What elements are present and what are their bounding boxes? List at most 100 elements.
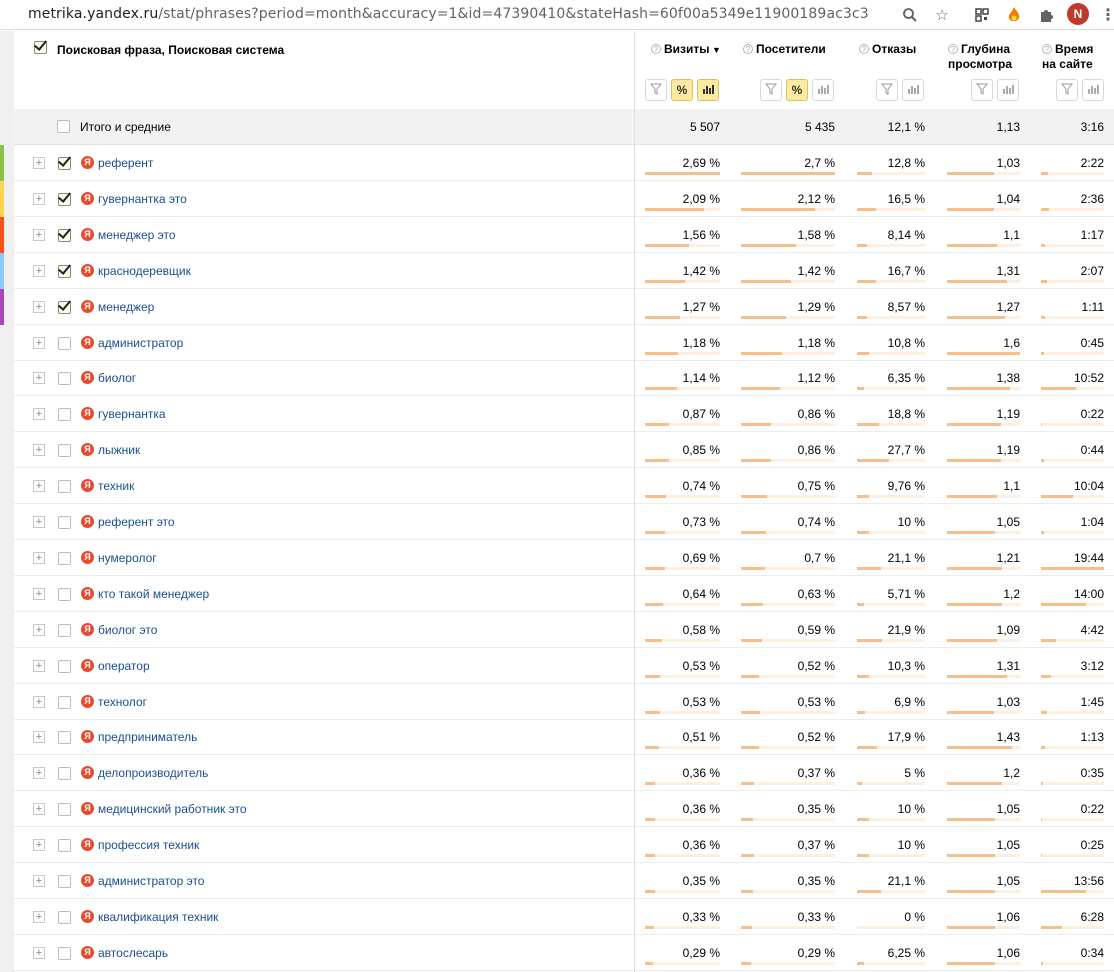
search-phrase-link[interactable]: нумеролог	[98, 551, 157, 565]
expand-row-button[interactable]: +	[33, 265, 45, 277]
table-row[interactable]: + Яавтослесарь 0,29 % 0,29 % 6,25 % 1,06 0:34	[14, 935, 1114, 971]
search-phrase-link[interactable]: администратор	[98, 336, 183, 350]
expand-row-button[interactable]: +	[33, 408, 45, 420]
expand-row-button[interactable]: +	[33, 839, 45, 851]
search-phrase-link[interactable]: биолог это	[98, 623, 157, 637]
table-row[interactable]: + Ямедицинский работник это 0,36 % 0,35 % 10…	[14, 791, 1114, 827]
expand-row-button[interactable]: +	[33, 660, 45, 672]
table-row[interactable]: + Яадминистратор это 0,35 % 0,35 % 21,1 % 1,0…	[14, 863, 1114, 899]
row-checkbox[interactable]	[58, 552, 71, 565]
row-checkbox[interactable]	[58, 157, 71, 170]
expand-row-button[interactable]: +	[33, 229, 45, 241]
row-checkbox[interactable]	[58, 839, 71, 852]
select-all-checkbox[interactable]	[34, 41, 47, 54]
table-row[interactable]: + Ягувернантка это 2,09 % 2,12 % 16,5 % 1,04 2…	[0, 181, 1114, 217]
table-row[interactable]: + Ятехник 0,74 % 0,75 % 9,76 % 1,1 10:04	[14, 468, 1114, 504]
search-phrase-link[interactable]: делопроизводитель	[98, 766, 208, 780]
table-row[interactable]: + Япредприниматель 0,51 % 0,52 % 17,9 % 1,43 1…	[14, 719, 1114, 755]
expand-row-button[interactable]: +	[33, 731, 45, 743]
row-checkbox[interactable]	[58, 767, 71, 780]
expand-row-button[interactable]: +	[33, 516, 45, 528]
expand-row-button[interactable]: +	[33, 372, 45, 384]
search-phrase-link[interactable]: медицинский работник это	[98, 802, 247, 816]
percent-toggle-button[interactable]: %	[671, 79, 693, 101]
table-row[interactable]: + Яоператор 0,53 % 0,52 % 10,3 % 1,31 3:12	[14, 648, 1114, 684]
help-icon[interactable]: ?	[948, 44, 958, 54]
help-icon[interactable]: ?	[743, 44, 753, 54]
row-checkbox[interactable]	[58, 731, 71, 744]
expand-row-button[interactable]: +	[33, 157, 45, 169]
search-phrase-link[interactable]: предприниматель	[98, 730, 197, 744]
search-phrase-link[interactable]: квалификация техник	[98, 910, 218, 924]
search-phrase-link[interactable]: гувернантка это	[98, 192, 187, 206]
search-phrase-link[interactable]: менеджер	[98, 300, 154, 314]
browser-menu-icon[interactable]: ⋮	[1100, 5, 1114, 25]
zoom-icon[interactable]	[900, 5, 920, 25]
filter-button[interactable]	[971, 79, 993, 101]
table-row[interactable]: + Якраснодеревщик 1,42 % 1,42 % 16,7 % 1,31 2:…	[0, 253, 1114, 289]
table-row[interactable]: + Ябиолог это 0,58 % 0,59 % 21,9 % 1,09 4:42	[14, 612, 1114, 648]
totals-checkbox[interactable]	[57, 120, 70, 133]
search-phrase-link[interactable]: техник	[98, 479, 134, 493]
expand-row-button[interactable]: +	[33, 588, 45, 600]
qr-extension-icon[interactable]	[972, 5, 992, 25]
search-phrase-link[interactable]: менеджер это	[98, 228, 176, 242]
fire-extension-icon[interactable]	[1004, 5, 1024, 25]
table-row[interactable]: + Япрофессия техник 0,36 % 0,37 % 10 % 1,05 0:…	[14, 827, 1114, 863]
table-row[interactable]: + Яменеджер это 1,56 % 1,58 % 8,14 % 1,1 1:17	[0, 217, 1114, 253]
table-row[interactable]: + Якто такой менеджер 0,64 % 0,63 % 5,71 % 1,…	[14, 576, 1114, 612]
row-checkbox[interactable]	[58, 301, 71, 314]
row-checkbox[interactable]	[58, 911, 71, 924]
row-checkbox[interactable]	[58, 803, 71, 816]
row-checkbox[interactable]	[58, 588, 71, 601]
row-checkbox[interactable]	[58, 265, 71, 278]
search-phrase-link[interactable]: технолог	[98, 695, 147, 709]
table-row[interactable]: + Янумеролог 0,69 % 0,7 % 21,1 % 1,21 19:44	[14, 540, 1114, 576]
row-checkbox[interactable]	[58, 624, 71, 637]
expand-row-button[interactable]: +	[33, 624, 45, 636]
search-phrase-link[interactable]: краснодеревщик	[98, 264, 191, 278]
chart-toggle-button[interactable]	[812, 79, 834, 101]
expand-row-button[interactable]: +	[33, 337, 45, 349]
expand-row-button[interactable]: +	[33, 193, 45, 205]
search-phrase-link[interactable]: администратор это	[98, 874, 204, 888]
expand-row-button[interactable]: +	[33, 947, 45, 959]
expand-row-button[interactable]: +	[33, 803, 45, 815]
chart-toggle-button[interactable]	[902, 79, 924, 101]
filter-button[interactable]	[645, 79, 667, 101]
search-phrase-link[interactable]: биолог	[98, 371, 136, 385]
expand-row-button[interactable]: +	[33, 552, 45, 564]
table-row[interactable]: + Яадминистратор 1,18 % 1,18 % 10,8 % 1,6 0:45	[14, 325, 1114, 361]
url-field[interactable]: metrika.yandex.ru/stat/phrases?period=mo…	[28, 6, 869, 22]
expand-row-button[interactable]: +	[33, 301, 45, 313]
table-row[interactable]: + Ятехнолог 0,53 % 0,53 % 6,9 % 1,03 1:45	[14, 684, 1114, 720]
percent-toggle-button[interactable]: %	[786, 79, 808, 101]
chart-toggle-button[interactable]	[1082, 79, 1104, 101]
table-row[interactable]: + Ялыжник 0,85 % 0,86 % 27,7 % 1,19 0:44	[14, 432, 1114, 468]
row-checkbox[interactable]	[58, 516, 71, 529]
row-checkbox[interactable]	[58, 480, 71, 493]
row-checkbox[interactable]	[58, 372, 71, 385]
profile-avatar[interactable]: N	[1067, 3, 1089, 25]
extensions-puzzle-icon[interactable]	[1036, 5, 1056, 25]
row-checkbox[interactable]	[58, 193, 71, 206]
expand-row-button[interactable]: +	[33, 875, 45, 887]
filter-button[interactable]	[1056, 79, 1078, 101]
search-phrase-link[interactable]: гувернантка	[98, 407, 166, 421]
search-phrase-link[interactable]: референт	[98, 156, 153, 170]
expand-row-button[interactable]: +	[33, 911, 45, 923]
search-phrase-link[interactable]: оператор	[98, 659, 150, 673]
table-row[interactable]: + Яделопроизводитель 0,36 % 0,37 % 5 % 1,2 0:3…	[14, 755, 1114, 791]
expand-row-button[interactable]: +	[33, 696, 45, 708]
table-row[interactable]: + Ябиолог 1,14 % 1,12 % 6,35 % 1,38 10:52	[14, 360, 1114, 396]
column-header-visits[interactable]: ? Визиты ▼	[651, 42, 721, 58]
column-header-depth[interactable]: ? Глубина просмотра	[948, 42, 1012, 72]
search-phrase-link[interactable]: референт это	[98, 515, 175, 529]
row-checkbox[interactable]	[58, 229, 71, 242]
table-row[interactable]: + Ягувернантка 0,87 % 0,86 % 18,8 % 1,19 0:22	[14, 396, 1114, 432]
sort-desc-icon[interactable]: ▼	[710, 45, 721, 55]
row-checkbox[interactable]	[58, 696, 71, 709]
row-checkbox[interactable]	[58, 408, 71, 421]
table-row[interactable]: + Яреферент это 0,73 % 0,74 % 10 % 1,05 1:04	[14, 504, 1114, 540]
column-header-bounce[interactable]: ? Отказы	[859, 42, 916, 57]
